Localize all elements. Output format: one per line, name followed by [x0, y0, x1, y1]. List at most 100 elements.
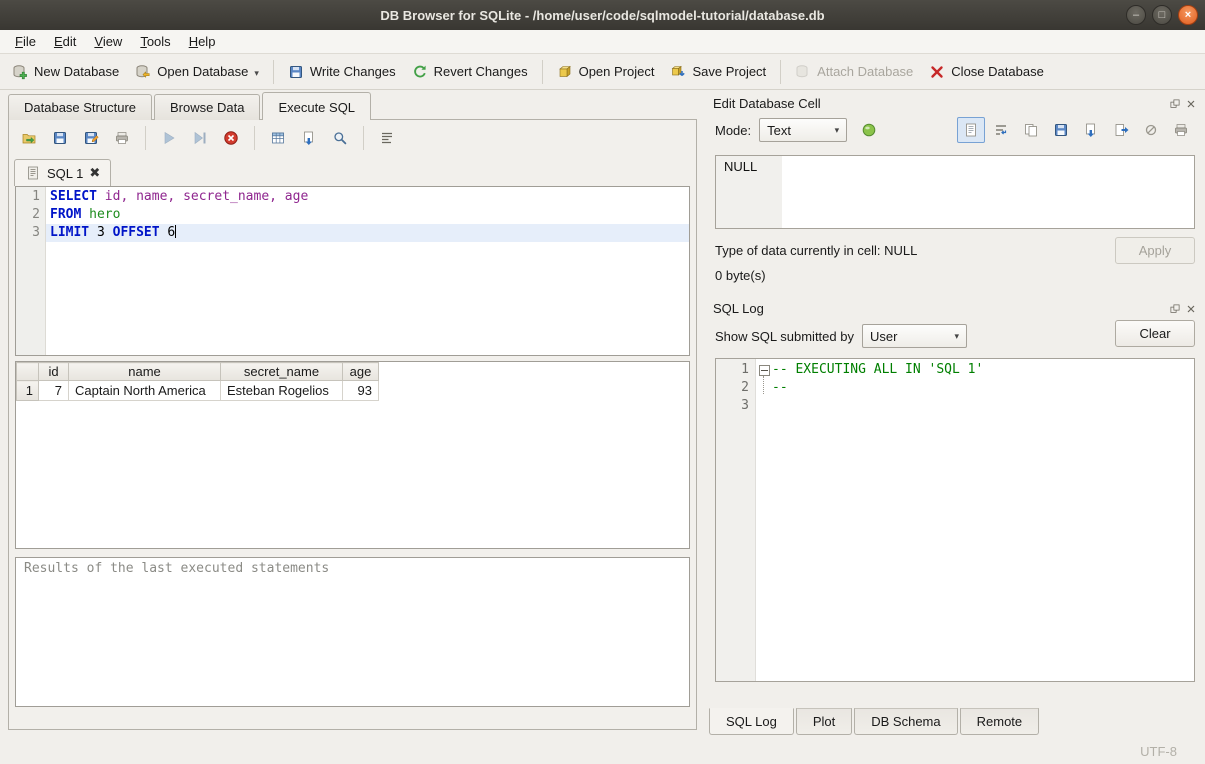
save-project-button[interactable]: Save Project — [662, 59, 774, 85]
menu-edit[interactable]: Edit — [45, 32, 85, 51]
revert-changes-icon — [412, 64, 428, 80]
close-button[interactable]: × — [1178, 5, 1198, 25]
panel-float-button[interactable] — [1169, 98, 1181, 110]
save-sql-file-button[interactable] — [46, 125, 74, 151]
bottom-tab-sql-log[interactable]: SQL Log — [709, 708, 794, 735]
bottom-tab-remote[interactable]: Remote — [960, 708, 1040, 735]
grid-cell[interactable]: 93 — [343, 381, 379, 401]
cell-type-info: Type of data currently in cell: NULL — [715, 243, 917, 258]
mode-row: Mode: Text ▾ — [705, 113, 1205, 143]
word-wrap-button[interactable] — [987, 117, 1015, 143]
export-cell-button[interactable] — [1107, 117, 1135, 143]
new-database-button[interactable]: New Database — [4, 59, 127, 85]
execute-line-button[interactable] — [186, 125, 214, 151]
cell-value: NULL — [724, 159, 757, 174]
toolbar-separator — [542, 60, 543, 84]
copy-cell-button[interactable] — [1017, 117, 1045, 143]
encoding-label: UTF-8 — [1140, 744, 1177, 759]
grid-cell[interactable]: Esteban Rogelios — [221, 381, 343, 401]
import-cell-button[interactable] — [1077, 117, 1105, 143]
cell-editor[interactable]: NULL — [715, 155, 1195, 229]
print-cell-button[interactable] — [1167, 117, 1195, 143]
chevron-down-icon[interactable]: ▾ — [254, 68, 259, 80]
panel-float-button[interactable] — [1169, 303, 1181, 315]
export-results-icon — [270, 130, 286, 146]
sql-log-header: SQL Log — [705, 283, 1205, 318]
chevron-down-icon: ▾ — [954, 331, 959, 342]
fold-marker-icon[interactable] — [759, 365, 770, 376]
grid-column-header[interactable]: id — [39, 363, 69, 381]
fold-line — [763, 376, 764, 394]
attach-database-button[interactable]: Attach Database — [787, 59, 921, 85]
toolbar-separator — [254, 126, 255, 150]
find-replace-button[interactable] — [326, 125, 354, 151]
find-replace-icon — [332, 130, 348, 146]
grid-cell[interactable]: 7 — [39, 381, 69, 401]
clear-button[interactable]: Clear — [1115, 320, 1195, 347]
grid-column-header[interactable]: secret_name — [221, 363, 343, 381]
menu-tools[interactable]: Tools — [131, 32, 179, 51]
open-database-button[interactable]: Open Database▾ — [127, 59, 267, 85]
close-tab-icon[interactable]: ✖ — [89, 165, 100, 181]
open-sql-file-button[interactable] — [15, 125, 43, 151]
panel-float-icon — [1169, 303, 1181, 315]
sql-tab[interactable]: SQL 1 ✖ — [14, 159, 111, 186]
log-filter-label: Show SQL submitted by — [715, 329, 854, 344]
auto-switch-mode-button[interactable] — [855, 117, 883, 143]
format-sql-button[interactable] — [373, 125, 401, 151]
revert-changes-button[interactable]: Revert Changes — [404, 59, 536, 85]
close-database-button[interactable]: Close Database — [921, 59, 1052, 85]
cell-size-info: 0 byte(s) — [715, 268, 766, 283]
save-project-icon — [670, 64, 686, 80]
open-project-icon — [557, 64, 573, 80]
stop-button[interactable] — [217, 125, 245, 151]
panel-close-button[interactable] — [1185, 98, 1197, 110]
set-null-button[interactable] — [1137, 117, 1165, 143]
sql-editor[interactable]: 123 SELECT id, name, secret_name, ageFRO… — [15, 186, 690, 356]
tab-browse-data[interactable]: Browse Data — [154, 94, 260, 120]
grid-row-number[interactable]: 1 — [17, 381, 39, 401]
grid-column-header[interactable]: age — [343, 363, 379, 381]
menu-help[interactable]: Help — [180, 32, 225, 51]
sql-log-view[interactable]: 123 -- EXECUTING ALL IN 'SQL 1'-- — [715, 358, 1195, 682]
results-grid[interactable]: idnamesecret_nameage 17Captain North Amer… — [15, 361, 690, 549]
write-changes-button[interactable]: Write Changes — [280, 59, 404, 85]
save-results-button[interactable] — [295, 125, 323, 151]
grid-cell[interactable]: Captain North America — [69, 381, 221, 401]
main-toolbar: New Database Open Database▾ Write ChangesR… — [0, 54, 1205, 90]
format-sql-icon — [379, 130, 395, 146]
text-view-button[interactable] — [957, 117, 985, 143]
toolbar-button-label: New Database — [34, 64, 119, 79]
open-project-button[interactable]: Open Project — [549, 59, 663, 85]
panel-close-button[interactable] — [1185, 303, 1197, 315]
apply-button[interactable]: Apply — [1115, 237, 1195, 264]
execute-all-button[interactable] — [155, 125, 183, 151]
tab-database-structure[interactable]: Database Structure — [8, 94, 152, 120]
sql-tab-label: SQL 1 — [47, 166, 83, 181]
log-filter-select[interactable]: User ▾ — [862, 324, 967, 348]
mode-select[interactable]: Text ▾ — [759, 118, 847, 142]
menu-view[interactable]: View — [85, 32, 131, 51]
word-wrap-icon — [993, 122, 1009, 138]
minimize-button[interactable]: – — [1126, 5, 1146, 25]
grid-column-header[interactable]: name — [69, 363, 221, 381]
bottom-tabs: SQL LogPlotDB SchemaRemote — [709, 708, 1041, 735]
menu-file[interactable]: File — [6, 32, 45, 51]
execute-line-icon — [192, 130, 208, 146]
copy-cell-icon — [1023, 122, 1039, 138]
editor-line-numbers: 123 — [16, 187, 46, 355]
bottom-tab-db-schema[interactable]: DB Schema — [854, 708, 957, 735]
main-area: Database StructureBrowse DataExecute SQL… — [0, 90, 705, 738]
toolbar-button-label: Save Project — [692, 64, 766, 79]
tab-execute-sql[interactable]: Execute SQL — [262, 92, 371, 120]
export-results-button[interactable] — [264, 125, 292, 151]
save-cell-button[interactable] — [1047, 117, 1075, 143]
save-sql-as-button[interactable] — [77, 125, 105, 151]
maximize-button[interactable]: □ — [1152, 5, 1172, 25]
log-line — [772, 397, 1194, 415]
main-tabs: Database StructureBrowse DataExecute SQL — [0, 90, 705, 120]
panel-close-icon — [1185, 98, 1197, 110]
editor-code[interactable]: SELECT id, name, secret_name, ageFROM he… — [46, 187, 689, 355]
print-button[interactable] — [108, 125, 136, 151]
bottom-tab-plot[interactable]: Plot — [796, 708, 852, 735]
